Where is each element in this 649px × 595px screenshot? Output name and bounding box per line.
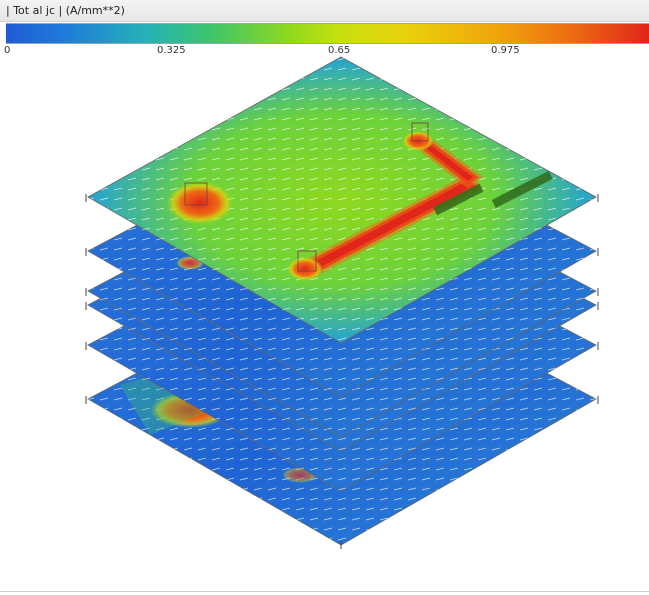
colorbar — [6, 23, 649, 44]
plate-stack-render — [85, 56, 599, 549]
bottom-divider — [0, 591, 649, 592]
3d-viewport[interactable] — [0, 55, 649, 590]
legend-title: | Tot al jc | (A/mm**2) — [6, 4, 125, 17]
